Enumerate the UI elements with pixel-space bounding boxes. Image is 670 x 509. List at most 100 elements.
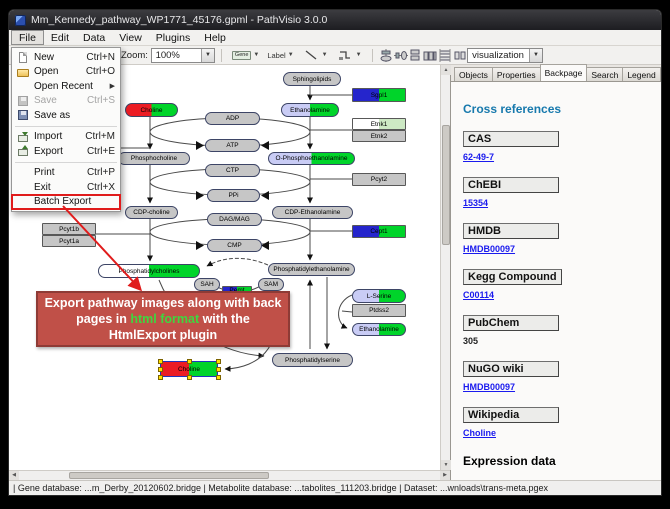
tab-objects[interactable]: Objects xyxy=(454,67,493,81)
xref-link[interactable]: Choline xyxy=(463,428,661,438)
menubar-item-edit[interactable]: Edit xyxy=(44,30,76,45)
node-l-serine[interactable]: L-Serine xyxy=(352,289,406,303)
menu-separator xyxy=(15,162,117,163)
menubar-item-file[interactable]: File xyxy=(11,30,44,45)
node-etnk1[interactable]: Etnk1 xyxy=(352,118,406,130)
chevron-down-icon[interactable]: ▼ xyxy=(253,52,259,58)
selection-handle[interactable] xyxy=(158,367,163,372)
menu-item-print[interactable]: PrintCtrl+P xyxy=(12,166,120,181)
menu-bar: FileEditDataViewPluginsHelp xyxy=(9,30,661,46)
node-choline-top[interactable]: Choline xyxy=(125,103,178,117)
node-pcyt1b[interactable]: Pcyt1b xyxy=(42,223,96,235)
common-width-icon[interactable] xyxy=(438,48,453,63)
node-sgpl1[interactable]: Sgpl1 xyxy=(352,88,406,102)
node-cdp-choline[interactable]: CDP-choline xyxy=(125,206,178,219)
selection-handle[interactable] xyxy=(216,375,221,380)
hscroll-thumb[interactable] xyxy=(69,472,269,479)
scroll-left-icon[interactable]: ◀ xyxy=(9,471,19,480)
menu-item-open[interactable]: OpenCtrl+O xyxy=(12,65,120,80)
node-sah[interactable]: SAH xyxy=(194,278,220,291)
xref-link[interactable]: 15354 xyxy=(463,198,661,208)
scroll-up-icon[interactable]: ▲ xyxy=(441,65,451,75)
tab-legend[interactable]: Legend xyxy=(622,67,660,81)
xref-link[interactable]: HMDB00097 xyxy=(463,244,661,254)
selection-handle[interactable] xyxy=(187,375,192,380)
new-label-button[interactable]: Label ▼ xyxy=(263,49,297,62)
xref-link[interactable]: C00114 xyxy=(463,290,661,300)
node-pcyt2[interactable]: Pcyt2 xyxy=(352,173,406,186)
node-o-phosphoethanolamine[interactable]: O-Phosphoethanolamine xyxy=(268,152,355,165)
node-dag-mag[interactable]: DAG/MAG xyxy=(207,213,262,226)
title-bar[interactable]: Mm_Kennedy_pathway_WP1771_45176.gpml - P… xyxy=(9,10,661,30)
node-cdp-ethanolamine[interactable]: CDP-Ethanolamine xyxy=(272,206,353,219)
node-ethanolamine-top[interactable]: Ethanolamine xyxy=(281,103,339,117)
menu-item-save[interactable]: SaveCtrl+S xyxy=(12,94,120,109)
node-adp[interactable]: ADP xyxy=(205,112,260,125)
chevron-down-icon[interactable]: ▼ xyxy=(529,49,542,62)
scroll-down-icon[interactable]: ▼ xyxy=(441,460,451,470)
node-cmp[interactable]: CMP xyxy=(207,239,262,252)
node-sam[interactable]: SAM xyxy=(258,278,284,291)
align-middle-icon[interactable] xyxy=(393,48,408,63)
node-label: CDP-Ethanolamine xyxy=(285,209,341,216)
node-ctp[interactable]: CTP xyxy=(205,164,260,177)
node-choline-selected[interactable]: Choline xyxy=(160,361,218,377)
menu-item-save-as[interactable]: Save as xyxy=(12,108,120,123)
new-gene-button[interactable]: Gene ▼ xyxy=(228,49,263,62)
visualization-combobox[interactable]: visualization ▼ xyxy=(467,48,543,63)
menu-item-new[interactable]: NewCtrl+N xyxy=(12,50,120,65)
node-ptdss2[interactable]: Ptdss2 xyxy=(352,304,406,317)
node-cept1[interactable]: Cept1 xyxy=(352,225,406,238)
horizontal-scrollbar[interactable]: ◀ ▶ xyxy=(9,470,450,480)
vscroll-thumb[interactable] xyxy=(442,125,450,245)
selection-handle[interactable] xyxy=(158,375,163,380)
xref-source: Kegg Compound xyxy=(463,269,562,285)
node-sphingolipids[interactable]: Sphingolipids xyxy=(283,72,341,86)
vertical-scrollbar[interactable]: ▲ ▼ xyxy=(440,65,450,470)
backpage-panel: Cross references CAS62-49-7ChEBI15354HMD… xyxy=(451,82,661,480)
chevron-down-icon[interactable]: ▼ xyxy=(322,52,328,58)
menubar-item-plugins[interactable]: Plugins xyxy=(149,30,197,45)
xref-link[interactable]: HMDB00097 xyxy=(463,382,661,392)
chevron-down-icon[interactable]: ▼ xyxy=(288,52,294,58)
xref-link[interactable]: 62-49-7 xyxy=(463,152,661,162)
menu-item-import[interactable]: ImportCtrl+M xyxy=(12,130,120,145)
xref-source: PubChem xyxy=(463,315,559,331)
scroll-right-icon[interactable]: ▶ xyxy=(440,471,450,480)
xref-section-pubchem: PubChem305 xyxy=(463,313,661,346)
node-pcyt1a[interactable]: Pcyt1a xyxy=(42,235,96,247)
tab-backpage[interactable]: Backpage xyxy=(540,64,588,81)
new-connector-button[interactable]: ▼ xyxy=(332,46,366,65)
menu-item-batch-export[interactable]: Batch Export xyxy=(12,195,120,210)
menubar-item-help[interactable]: Help xyxy=(197,30,233,45)
node-phosphatidylserine[interactable]: Phosphatidylserine xyxy=(272,353,353,367)
node-phosphocholine[interactable]: Phosphocholine xyxy=(118,152,190,165)
tab-properties[interactable]: Properties xyxy=(492,67,541,81)
selection-handle[interactable] xyxy=(216,367,221,372)
node-phosphatidylethanolamine[interactable]: Phosphatidylethanolamine xyxy=(268,263,355,276)
menubar-item-data[interactable]: Data xyxy=(76,30,112,45)
chevron-down-icon[interactable]: ▼ xyxy=(201,49,214,62)
node-etnk2[interactable]: Etnk2 xyxy=(352,130,406,142)
menu-item-export[interactable]: ExportCtrl+E xyxy=(12,144,120,159)
stack-vertical-icon[interactable] xyxy=(408,48,423,63)
menubar-item-view[interactable]: View xyxy=(112,30,149,45)
node-atp[interactable]: ATP xyxy=(205,139,260,152)
zoom-combobox[interactable]: 100% ▼ xyxy=(151,48,215,63)
menu-item-open-recent[interactable]: Open Recent▶ xyxy=(12,79,120,94)
tab-search[interactable]: Search xyxy=(586,67,623,81)
node-label: CMP xyxy=(227,242,241,249)
submenu-arrow-icon: ▶ xyxy=(110,82,115,90)
selection-handle[interactable] xyxy=(158,359,163,364)
node-phosphatidylcholines[interactable]: Phosphatidylcholines xyxy=(98,264,200,278)
selection-handle[interactable] xyxy=(216,359,221,364)
node-ethanolamine-bottom[interactable]: Ethanolamine xyxy=(352,323,406,336)
align-center-icon[interactable] xyxy=(379,48,394,63)
common-height-icon[interactable] xyxy=(452,48,467,63)
selection-handle[interactable] xyxy=(187,359,192,364)
menu-item-exit[interactable]: ExitCtrl+X xyxy=(12,180,120,195)
stack-horizontal-icon[interactable] xyxy=(423,48,438,63)
node-ppi[interactable]: PPi xyxy=(207,189,260,202)
new-line-button[interactable]: ▼ xyxy=(298,46,332,65)
chevron-down-icon[interactable]: ▼ xyxy=(356,52,362,58)
